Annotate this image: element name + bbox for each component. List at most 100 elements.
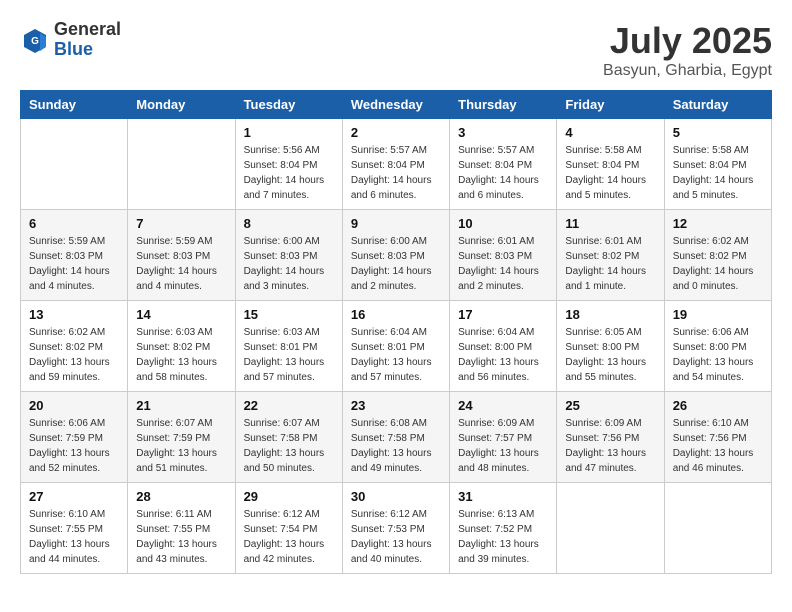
calendar-cell: 5 Sunrise: 5:58 AM Sunset: 8:04 PM Daylig… — [664, 119, 771, 210]
location: Basyun, Gharbia, Egypt — [603, 62, 772, 80]
calendar-cell: 14 Sunrise: 6:03 AM Sunset: 8:02 PM Dayli… — [128, 301, 235, 392]
weekday-header-row: SundayMondayTuesdayWednesdayThursdayFrid… — [21, 91, 772, 119]
day-info: Sunrise: 6:10 AM Sunset: 7:55 PM Dayligh… — [29, 507, 119, 567]
calendar-cell — [21, 119, 128, 210]
day-number: 8 — [244, 216, 334, 231]
day-number: 20 — [29, 398, 119, 413]
weekday-header-wednesday: Wednesday — [342, 91, 449, 119]
day-number: 6 — [29, 216, 119, 231]
day-number: 13 — [29, 307, 119, 322]
calendar-cell: 11Sunrise: 6:01 AM Sunset: 8:02 PM Dayli… — [557, 210, 664, 301]
weekday-header-thursday: Thursday — [450, 91, 557, 119]
day-info: Sunrise: 6:00 AM Sunset: 8:03 PM Dayligh… — [351, 234, 441, 294]
calendar-table: SundayMondayTuesdayWednesdayThursdayFrid… — [20, 90, 772, 574]
calendar-cell: 17 Sunrise: 6:04 AM Sunset: 8:00 PM Dayli… — [450, 301, 557, 392]
day-number: 2 — [351, 125, 441, 140]
calendar-cell: 23Sunrise: 6:08 AM Sunset: 7:58 PM Dayli… — [342, 392, 449, 483]
title-section: July 2025 Basyun, Gharbia, Egypt — [603, 20, 772, 80]
month-year: July 2025 — [603, 20, 772, 62]
day-info: Sunrise: 6:04 AM Sunset: 8:00 PM Dayligh… — [458, 325, 548, 385]
calendar-cell: 19Sunrise: 6:06 AM Sunset: 8:00 PM Dayli… — [664, 301, 771, 392]
calendar-cell: 12Sunrise: 6:02 AM Sunset: 8:02 PM Dayli… — [664, 210, 771, 301]
day-info: Sunrise: 6:03 AM Sunset: 8:01 PM Dayligh… — [244, 325, 334, 385]
day-info: Sunrise: 6:06 AM Sunset: 8:00 PM Dayligh… — [673, 325, 763, 385]
day-number: 3 — [458, 125, 548, 140]
calendar-cell: 1 Sunrise: 5:56 AM Sunset: 8:04 PM Daylig… — [235, 119, 342, 210]
day-info: Sunrise: 6:09 AM Sunset: 7:57 PM Dayligh… — [458, 416, 548, 476]
calendar-cell: 29 Sunrise: 6:12 AM Sunset: 7:54 PM Dayli… — [235, 483, 342, 574]
day-info: Sunrise: 6:12 AM Sunset: 7:54 PM Dayligh… — [244, 507, 334, 567]
calendar-cell — [557, 483, 664, 574]
day-info: Sunrise: 6:05 AM Sunset: 8:00 PM Dayligh… — [565, 325, 655, 385]
day-info: Sunrise: 5:57 AM Sunset: 8:04 PM Dayligh… — [458, 143, 548, 203]
weekday-header-sunday: Sunday — [21, 91, 128, 119]
day-number: 27 — [29, 489, 119, 504]
calendar-cell: 31 Sunrise: 6:13 AM Sunset: 7:52 PM Dayli… — [450, 483, 557, 574]
day-number: 1 — [244, 125, 334, 140]
day-info: Sunrise: 6:07 AM Sunset: 7:59 PM Dayligh… — [136, 416, 226, 476]
day-info: Sunrise: 5:59 AM Sunset: 8:03 PM Dayligh… — [136, 234, 226, 294]
calendar-cell: 25Sunrise: 6:09 AM Sunset: 7:56 PM Dayli… — [557, 392, 664, 483]
day-number: 5 — [673, 125, 763, 140]
day-number: 15 — [244, 307, 334, 322]
calendar-cell: 6 Sunrise: 5:59 AM Sunset: 8:03 PM Daylig… — [21, 210, 128, 301]
day-number: 17 — [458, 307, 548, 322]
calendar-cell: 27 Sunrise: 6:10 AM Sunset: 7:55 PM Dayli… — [21, 483, 128, 574]
calendar-cell: 13 Sunrise: 6:02 AM Sunset: 8:02 PM Dayli… — [21, 301, 128, 392]
weekday-header-tuesday: Tuesday — [235, 91, 342, 119]
calendar-cell: 26 Sunrise: 6:10 AM Sunset: 7:56 PM Dayli… — [664, 392, 771, 483]
calendar-cell: 18 Sunrise: 6:05 AM Sunset: 8:00 PM Dayli… — [557, 301, 664, 392]
day-info: Sunrise: 5:57 AM Sunset: 8:04 PM Dayligh… — [351, 143, 441, 203]
day-number: 12 — [673, 216, 763, 231]
calendar-cell — [128, 119, 235, 210]
calendar-cell: 15 Sunrise: 6:03 AM Sunset: 8:01 PM Dayli… — [235, 301, 342, 392]
day-info: Sunrise: 6:09 AM Sunset: 7:56 PM Dayligh… — [565, 416, 655, 476]
logo-general: General — [54, 20, 121, 40]
calendar-cell: 24 Sunrise: 6:09 AM Sunset: 7:57 PM Dayli… — [450, 392, 557, 483]
calendar-cell: 3 Sunrise: 5:57 AM Sunset: 8:04 PM Daylig… — [450, 119, 557, 210]
day-info: Sunrise: 5:58 AM Sunset: 8:04 PM Dayligh… — [673, 143, 763, 203]
calendar-week-row: 13 Sunrise: 6:02 AM Sunset: 8:02 PM Dayli… — [21, 301, 772, 392]
calendar-cell: 8 Sunrise: 6:00 AM Sunset: 8:03 PM Daylig… — [235, 210, 342, 301]
calendar-cell: 2 Sunrise: 5:57 AM Sunset: 8:04 PM Daylig… — [342, 119, 449, 210]
day-number: 10 — [458, 216, 548, 231]
day-info: Sunrise: 6:00 AM Sunset: 8:03 PM Dayligh… — [244, 234, 334, 294]
day-number: 16 — [351, 307, 441, 322]
calendar-cell — [664, 483, 771, 574]
day-info: Sunrise: 6:12 AM Sunset: 7:53 PM Dayligh… — [351, 507, 441, 567]
day-info: Sunrise: 6:06 AM Sunset: 7:59 PM Dayligh… — [29, 416, 119, 476]
day-number: 29 — [244, 489, 334, 504]
day-info: Sunrise: 6:04 AM Sunset: 8:01 PM Dayligh… — [351, 325, 441, 385]
logo-text: General Blue — [54, 20, 121, 60]
day-number: 14 — [136, 307, 226, 322]
day-info: Sunrise: 5:59 AM Sunset: 8:03 PM Dayligh… — [29, 234, 119, 294]
day-number: 30 — [351, 489, 441, 504]
day-info: Sunrise: 6:10 AM Sunset: 7:56 PM Dayligh… — [673, 416, 763, 476]
day-number: 21 — [136, 398, 226, 413]
weekday-header-saturday: Saturday — [664, 91, 771, 119]
calendar-week-row: 20 Sunrise: 6:06 AM Sunset: 7:59 PM Dayli… — [21, 392, 772, 483]
day-number: 23 — [351, 398, 441, 413]
calendar-cell: 21 Sunrise: 6:07 AM Sunset: 7:59 PM Dayli… — [128, 392, 235, 483]
day-info: Sunrise: 6:01 AM Sunset: 8:02 PM Dayligh… — [565, 234, 655, 294]
day-number: 18 — [565, 307, 655, 322]
weekday-header-monday: Monday — [128, 91, 235, 119]
calendar-cell: 20 Sunrise: 6:06 AM Sunset: 7:59 PM Dayli… — [21, 392, 128, 483]
day-number: 26 — [673, 398, 763, 413]
day-number: 24 — [458, 398, 548, 413]
weekday-header-friday: Friday — [557, 91, 664, 119]
calendar-cell: 4Sunrise: 5:58 AM Sunset: 8:04 PM Daylig… — [557, 119, 664, 210]
day-info: Sunrise: 6:02 AM Sunset: 8:02 PM Dayligh… — [29, 325, 119, 385]
day-number: 31 — [458, 489, 548, 504]
calendar-cell: 28Sunrise: 6:11 AM Sunset: 7:55 PM Dayli… — [128, 483, 235, 574]
calendar-week-row: 6 Sunrise: 5:59 AM Sunset: 8:03 PM Daylig… — [21, 210, 772, 301]
logo: G General Blue — [20, 20, 121, 60]
day-info: Sunrise: 6:07 AM Sunset: 7:58 PM Dayligh… — [244, 416, 334, 476]
calendar-cell: 7Sunrise: 5:59 AM Sunset: 8:03 PM Daylig… — [128, 210, 235, 301]
svg-text:G: G — [31, 36, 39, 47]
day-info: Sunrise: 6:03 AM Sunset: 8:02 PM Dayligh… — [136, 325, 226, 385]
calendar-week-row: 1 Sunrise: 5:56 AM Sunset: 8:04 PM Daylig… — [21, 119, 772, 210]
day-info: Sunrise: 6:01 AM Sunset: 8:03 PM Dayligh… — [458, 234, 548, 294]
day-info: Sunrise: 5:56 AM Sunset: 8:04 PM Dayligh… — [244, 143, 334, 203]
day-info: Sunrise: 6:13 AM Sunset: 7:52 PM Dayligh… — [458, 507, 548, 567]
